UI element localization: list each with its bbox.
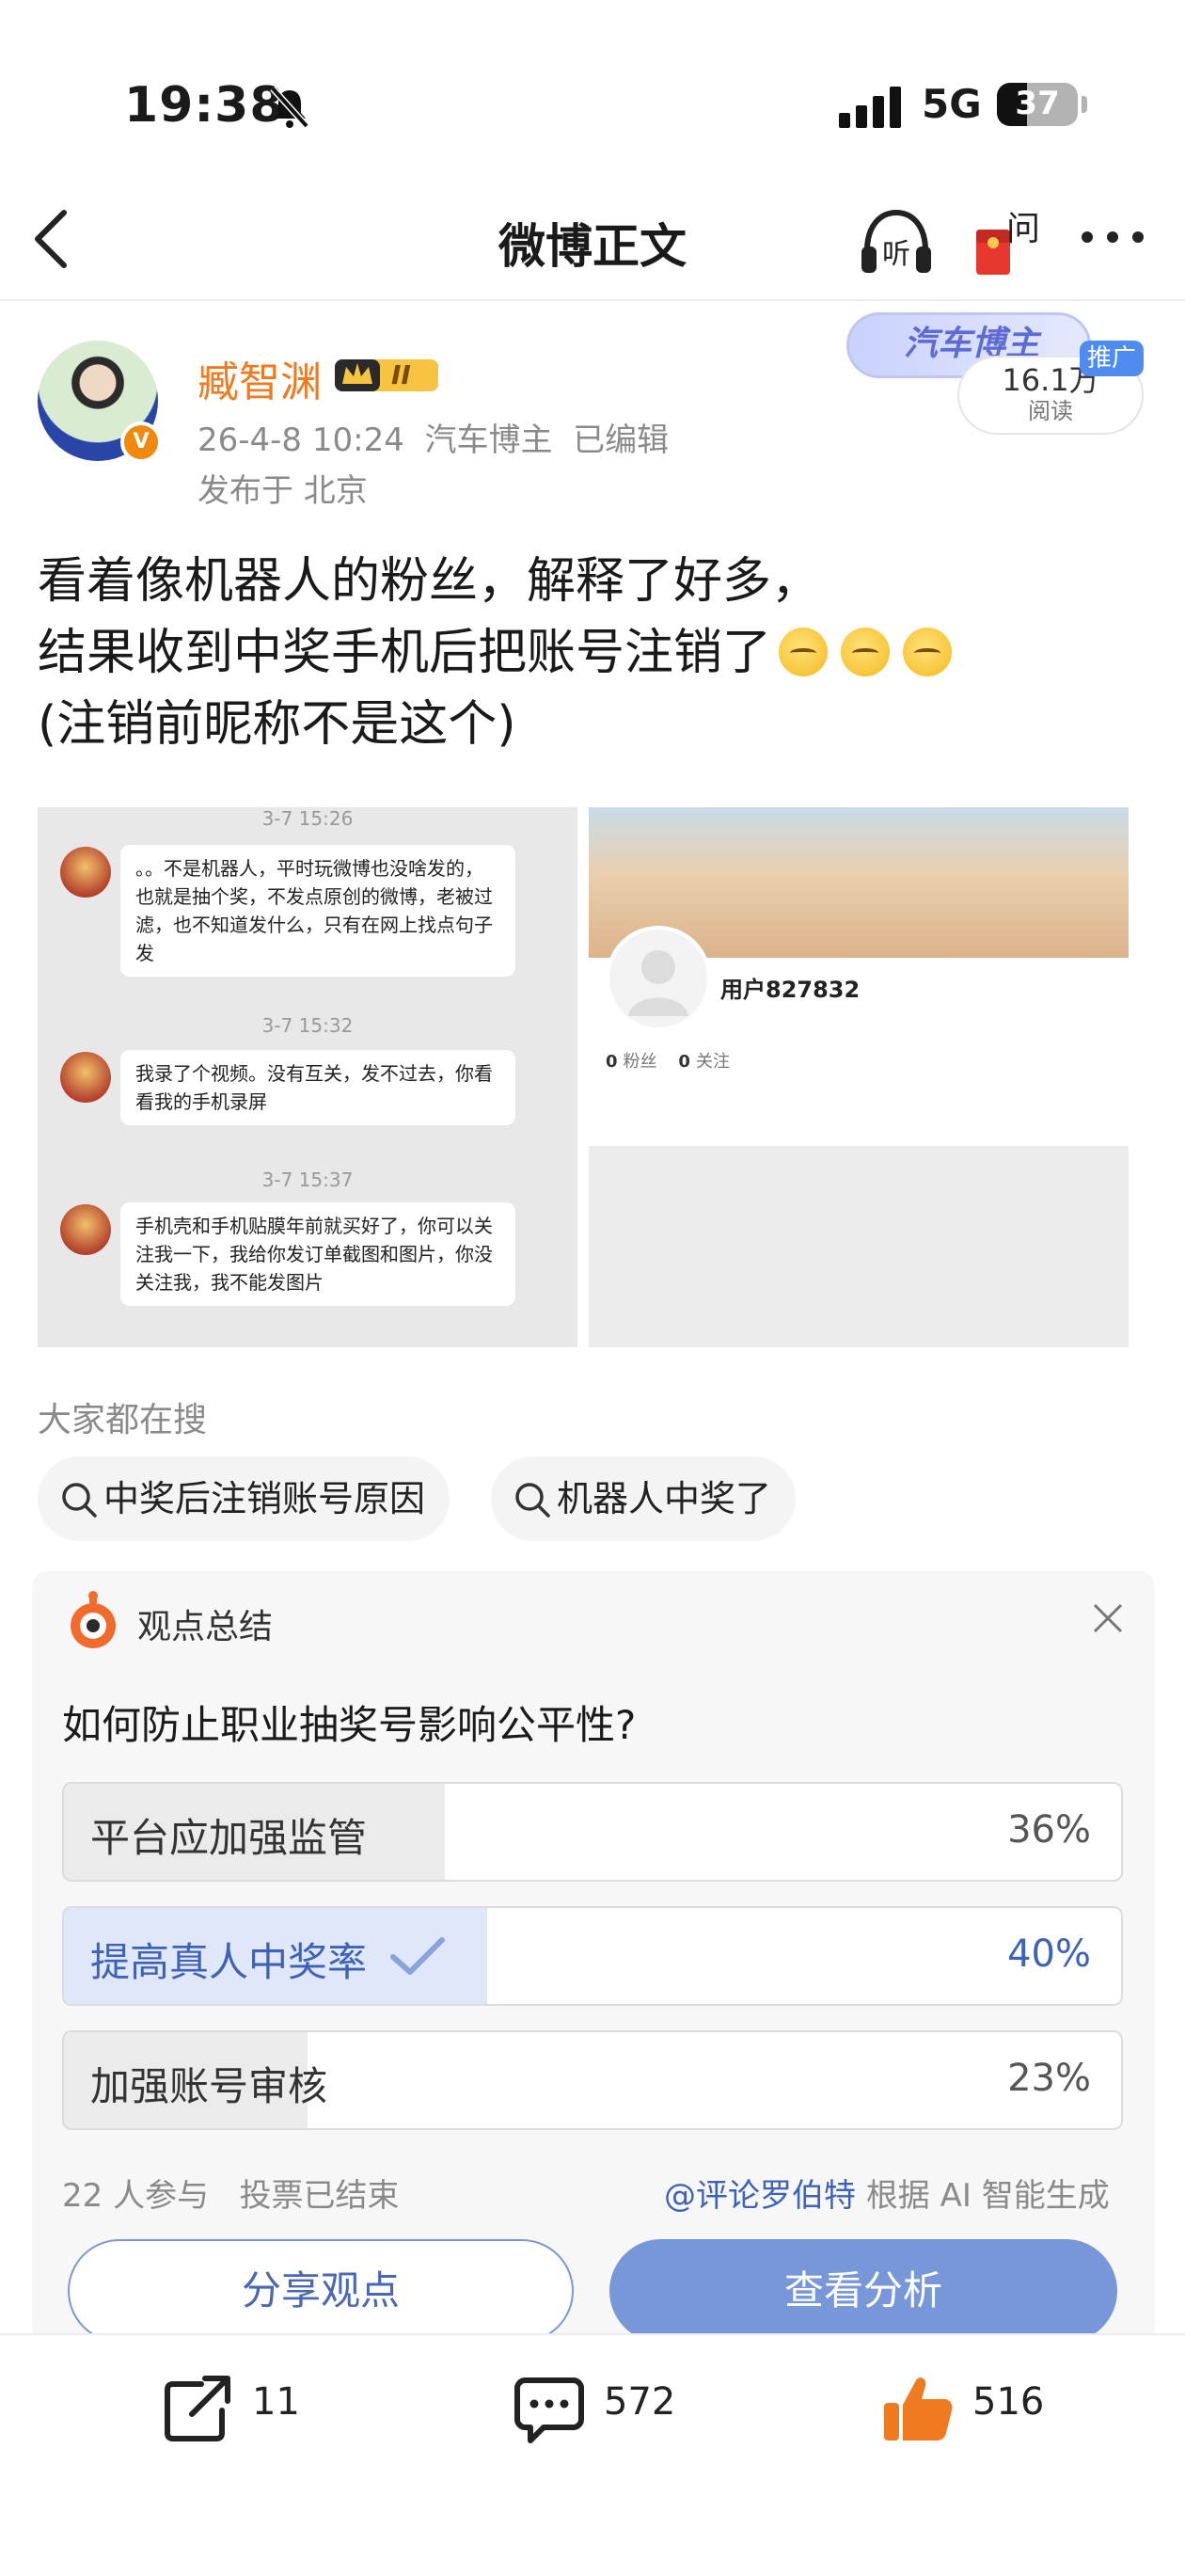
chat-avatar bbox=[60, 1204, 111, 1255]
chat-message: 手机壳和手机贴膜年前就买好了，你可以关注我一下，我给你发订单截图和图片，你没关注… bbox=[120, 1202, 515, 1306]
network-label: 5G bbox=[922, 81, 982, 127]
profile-username: 用户827832 bbox=[720, 977, 861, 1003]
post-image-profile[interactable]: 用户827832 0 粉丝 0 关注 bbox=[589, 807, 1129, 1347]
verified-badge-icon: V bbox=[120, 421, 162, 463]
poll-option[interactable]: 加强账号审核 23% bbox=[62, 2030, 1123, 2130]
poll-status: 投票已结束 bbox=[239, 2177, 400, 2215]
ask-button[interactable]: 问 bbox=[969, 201, 1044, 282]
poll-source-text: 根据 AI 智能生成 bbox=[865, 2177, 1110, 2215]
profile-follow-label: 关注 bbox=[695, 1052, 730, 1072]
emoji-icon bbox=[903, 628, 953, 676]
comment-icon[interactable] bbox=[512, 2371, 587, 2446]
search-icon bbox=[515, 1483, 550, 1518]
poll-source-link[interactable]: @评论罗伯特 bbox=[664, 2177, 856, 2215]
profile-avatar bbox=[606, 926, 711, 1031]
poll-option-label: 加强账号审核 bbox=[90, 2063, 328, 2109]
like-icon[interactable] bbox=[880, 2371, 956, 2446]
profile-fans-label: 粉丝 bbox=[623, 1052, 657, 1072]
repost-icon[interactable] bbox=[160, 2371, 235, 2446]
view-analysis-button[interactable]: 查看分析 bbox=[609, 2239, 1117, 2343]
poll-option[interactable]: 平台应加强监管 36% bbox=[62, 1782, 1123, 1882]
post-text-line3: (注销前昵称不是这个) bbox=[38, 696, 516, 753]
profile-card: 用户827832 0 粉丝 0 关注 bbox=[589, 926, 1129, 1146]
share-opinion-button[interactable]: 分享观点 bbox=[68, 2239, 574, 2343]
post-image-chat[interactable]: 3-7 15:26 。。不是机器人，平时玩微博也没啥发的，也就是抽个奖，不发点原… bbox=[38, 807, 577, 1347]
close-icon[interactable] bbox=[1089, 1599, 1127, 1637]
poll-option-selected[interactable]: 提高真人中奖率 40% bbox=[62, 1906, 1123, 2006]
poll-header: 观点总结 bbox=[137, 1608, 274, 1646]
signal-icon bbox=[839, 87, 901, 128]
chat-timestamp: 3-7 15:26 bbox=[261, 807, 354, 830]
like-count: 516 bbox=[972, 2380, 1045, 2424]
bottom-action-bar bbox=[0, 2333, 1185, 2576]
poll-footer: 22 人参与 投票已结束 bbox=[62, 2170, 400, 2216]
search-pill[interactable]: 中奖后注销账号原因 bbox=[38, 1456, 450, 1541]
profile-follow-count: 0 bbox=[678, 1052, 690, 1072]
profile-fans-count: 0 bbox=[606, 1052, 618, 1072]
check-icon bbox=[390, 1937, 445, 1975]
repost-count: 11 bbox=[252, 2380, 300, 2424]
search-pill-label: 中奖后注销账号原因 bbox=[103, 1478, 426, 1519]
post-text-line2: 结果收到中奖手机后把账号注销了 bbox=[38, 625, 772, 681]
poll-option-percent: 36% bbox=[1007, 1808, 1091, 1852]
crown-icon bbox=[335, 359, 438, 391]
silent-bell-icon bbox=[270, 86, 309, 129]
poll-option-label: 提高真人中奖率 bbox=[90, 1939, 368, 1985]
post-datetime: 26-4-8 10:24 bbox=[198, 421, 404, 459]
post-text: 看着像机器人的粉丝，解释了好多， 结果收到中奖手机后把账号注销了 (注销前昵称不… bbox=[38, 546, 1147, 760]
poll-source: @评论罗伯特 根据 AI 智能生成 bbox=[664, 2170, 1110, 2216]
status-time: 19:38 bbox=[124, 77, 285, 134]
robot-mascot-icon bbox=[71, 1591, 116, 1648]
comment-count: 572 bbox=[604, 2380, 676, 2424]
chat-timestamp: 3-7 15:32 bbox=[261, 1014, 354, 1037]
chat-avatar bbox=[60, 1052, 111, 1103]
default-user-icon bbox=[628, 950, 688, 1016]
post-location: 发布于 北京 bbox=[198, 472, 368, 510]
poll-option-percent: 23% bbox=[1007, 2057, 1091, 2100]
headphones-icon[interactable]: 听 bbox=[856, 201, 937, 282]
battery-icon: 37 bbox=[997, 83, 1091, 128]
profile-stats: 0 粉丝 0 关注 bbox=[606, 1048, 730, 1073]
ask-label: 问 bbox=[1006, 210, 1041, 248]
profile-feed-area bbox=[589, 1146, 1129, 1347]
poll-participants: 22 人参与 bbox=[62, 2177, 210, 2215]
more-icon[interactable] bbox=[1078, 226, 1147, 248]
search-icon bbox=[62, 1483, 97, 1518]
chat-avatar bbox=[60, 847, 111, 898]
search-section-label: 大家都在搜 bbox=[38, 1401, 208, 1439]
search-pill[interactable]: 机器人中奖了 bbox=[491, 1456, 797, 1541]
poll-option-label: 平台应加强监管 bbox=[90, 1815, 368, 1861]
svg-text:听: 听 bbox=[882, 238, 910, 271]
post-text-line1: 看着像机器人的粉丝，解释了好多， bbox=[38, 553, 821, 610]
post-role: 汽车博主 bbox=[424, 421, 553, 459]
nav-divider bbox=[0, 299, 1185, 301]
search-pill-label: 机器人中奖了 bbox=[557, 1478, 772, 1519]
promo-badge: 推广 bbox=[1080, 341, 1144, 376]
level-label: II bbox=[391, 359, 411, 390]
poll-option-percent: 40% bbox=[1007, 1932, 1091, 1976]
level-badge: II bbox=[333, 354, 444, 397]
post-meta: 26-4-8 10:24 汽车博主 已编辑 bbox=[198, 414, 669, 460]
chat-message: 。。不是机器人，平时玩微博也没啥发的，也就是抽个奖，不发点原创的微博，老被过滤，… bbox=[120, 845, 515, 977]
chat-timestamp: 3-7 15:37 bbox=[261, 1169, 354, 1191]
emoji-icon bbox=[779, 628, 829, 676]
author-name[interactable]: 臧智渊 bbox=[198, 348, 322, 408]
emoji-icon bbox=[841, 628, 891, 676]
post-edited: 已编辑 bbox=[573, 421, 670, 459]
poll-question: 如何防止职业抽奖号影响公平性? bbox=[62, 1702, 637, 1748]
chat-message: 我录了个视频。没有互关，发不过去，你看看我的手机录屏 bbox=[120, 1050, 515, 1125]
battery-percent: 37 bbox=[1015, 85, 1060, 122]
reads-label: 阅读 bbox=[1028, 398, 1073, 424]
